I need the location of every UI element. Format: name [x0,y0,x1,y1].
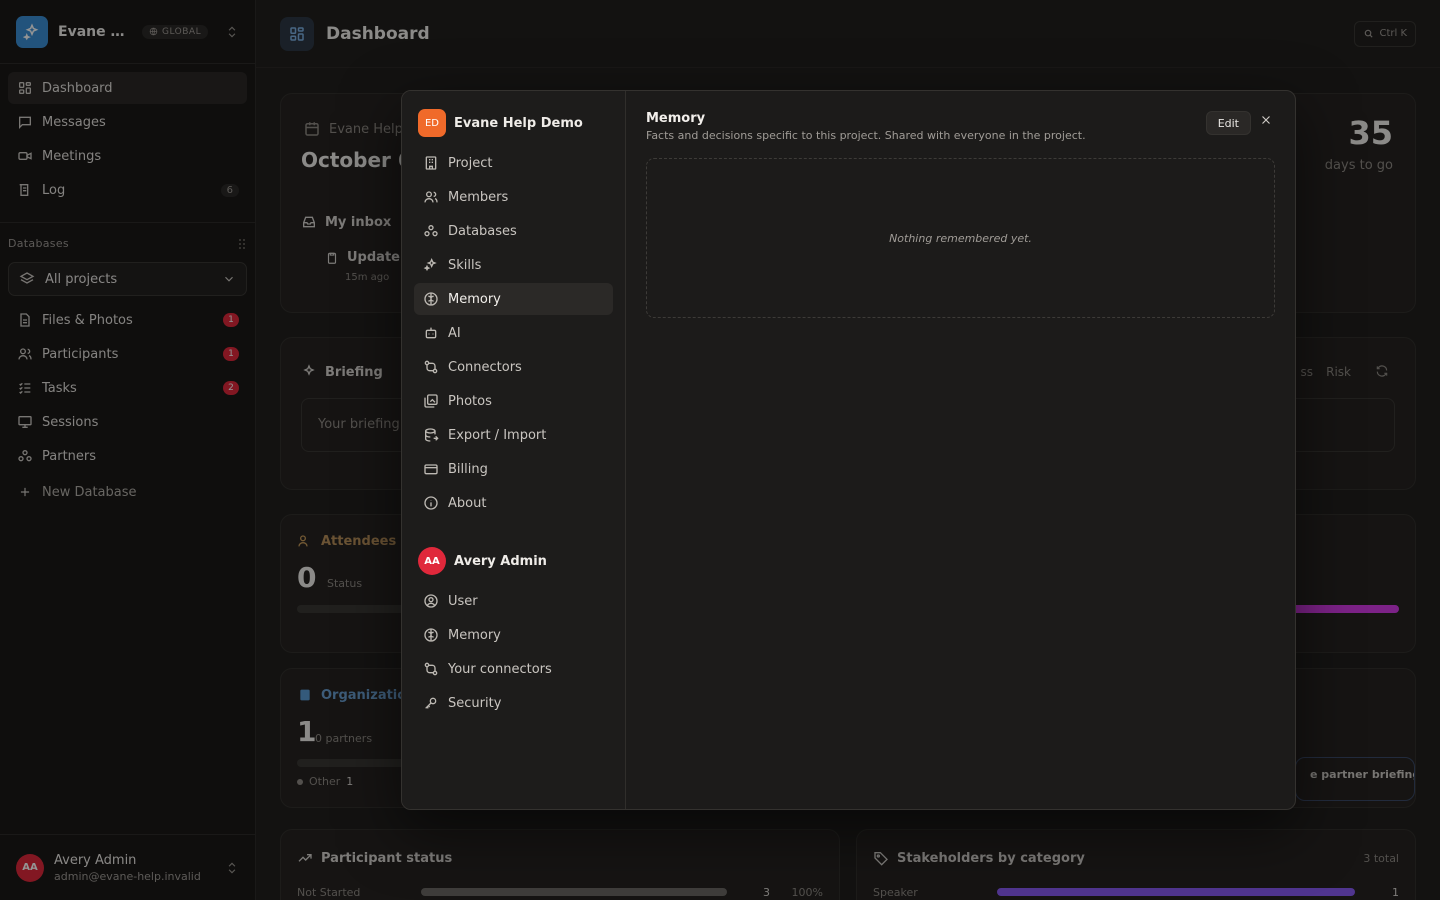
settings-item-databases[interactable]: Databases [414,215,613,247]
settings-item-label: Connectors [448,359,522,375]
memory-description: Facts and decisions specific to this pro… [646,129,1086,142]
brain-icon [422,626,440,644]
settings-item-memory[interactable]: Memory [414,283,613,315]
settings-item-label: Memory [448,291,501,307]
empty-state-text: Nothing remembered yet. [889,231,1032,245]
settings-item-connectors[interactable]: Connectors [414,351,613,383]
edit-button[interactable]: Edit [1205,111,1251,135]
info-icon [422,494,440,512]
avatar: AA [418,547,446,575]
settings-item-export-import[interactable]: Export / Import [414,419,613,451]
settings-item-label: Skills [448,257,482,273]
settings-item-label: About [448,495,487,511]
settings-item-photos[interactable]: Photos [414,385,613,417]
settings-item-your-connectors[interactable]: Your connectors [414,653,613,685]
connectors-icon [422,358,440,376]
settings-item-user[interactable]: User [414,585,613,617]
settings-item-label: Project [448,155,493,171]
settings-item-skills[interactable]: Skills [414,249,613,281]
settings-item-project[interactable]: Project [414,147,613,179]
connectors-icon [422,660,440,678]
settings-item-about[interactable]: About [414,487,613,519]
credit-card-icon [422,460,440,478]
settings-modal: ED Evane Help Demo Project Members Datab… [401,90,1296,810]
settings-sidebar: ED Evane Help Demo Project Members Datab… [402,91,626,809]
user-settings-title: Avery Admin [454,553,547,569]
project-settings-title: Evane Help Demo [454,115,583,131]
settings-item-label: Security [448,695,502,711]
project-settings-header: ED Evane Help Demo [414,109,613,137]
settings-item-ai[interactable]: AI [414,317,613,349]
building-icon [422,154,440,172]
memory-empty-state: Nothing remembered yet. [646,158,1275,318]
databases-icon [422,222,440,240]
brain-icon [422,290,440,308]
key-icon [422,694,440,712]
settings-item-label: Databases [448,223,517,239]
bot-icon [422,324,440,342]
close-icon[interactable] [1257,111,1275,129]
sparkles-icon [422,256,440,274]
settings-item-label: Your connectors [448,661,552,677]
settings-item-label: Billing [448,461,488,477]
settings-item-label: Memory [448,627,501,643]
settings-item-label: User [448,593,478,609]
database-export-icon [422,426,440,444]
settings-item-label: Export / Import [448,427,547,443]
memory-title: Memory [646,111,706,126]
user-settings-header: AA Avery Admin [414,547,613,575]
settings-item-label: AI [448,325,461,341]
user-circle-icon [422,592,440,610]
settings-item-label: Members [448,189,509,205]
settings-item-label: Photos [448,393,492,409]
members-icon [422,188,440,206]
settings-content: Memory Facts and decisions specific to t… [626,91,1295,809]
settings-item-user-memory[interactable]: Memory [414,619,613,651]
settings-item-members[interactable]: Members [414,181,613,213]
settings-item-billing[interactable]: Billing [414,453,613,485]
project-avatar: ED [418,109,446,137]
settings-item-security[interactable]: Security [414,687,613,719]
photos-icon [422,392,440,410]
